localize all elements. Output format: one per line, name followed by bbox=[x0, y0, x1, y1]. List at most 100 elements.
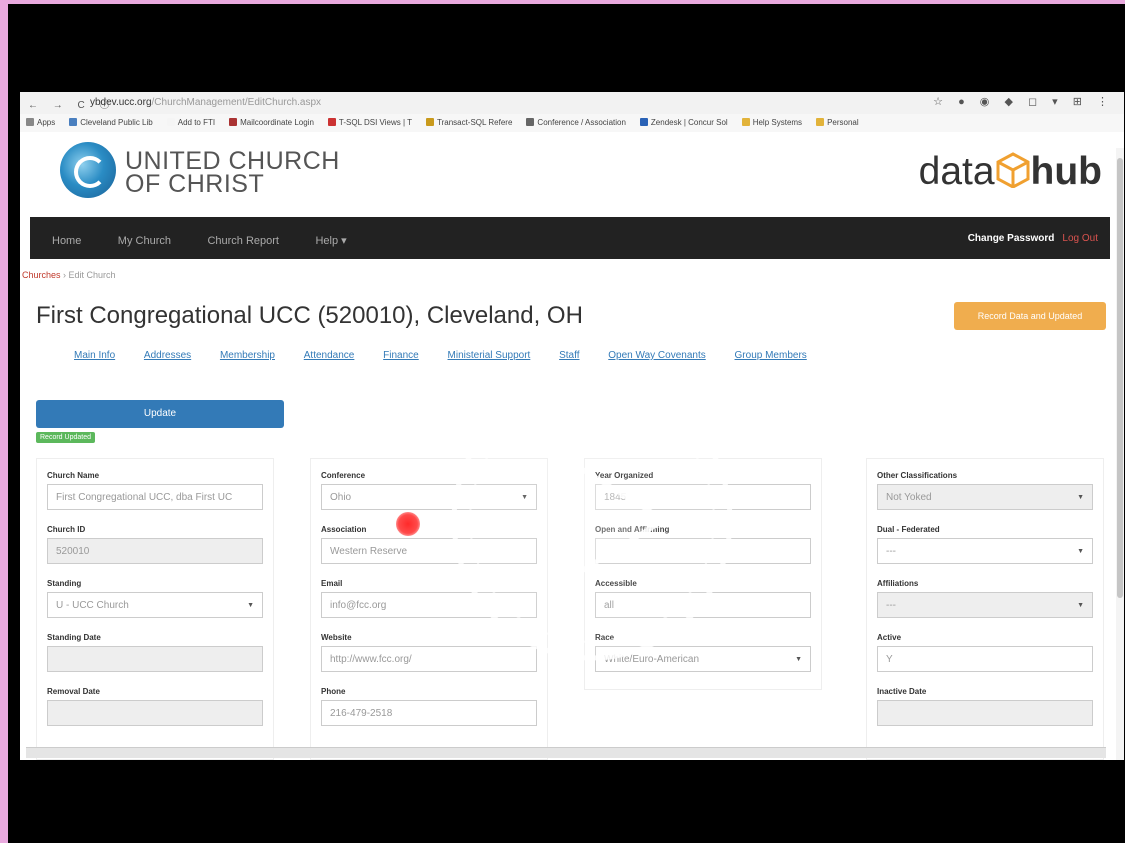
church-name-label: Church Name bbox=[47, 471, 100, 480]
record-updated-badge: Record Updated bbox=[36, 432, 95, 443]
scrollbar-thumb[interactable] bbox=[1117, 158, 1123, 598]
affiliations-select[interactable]: --- ▼ bbox=[877, 592, 1093, 618]
other-classifications-label: Other Classifications bbox=[877, 471, 958, 480]
bookmark-label: Help Systems bbox=[752, 118, 803, 127]
other-classifications-select[interactable]: Not Yoked ▼ bbox=[877, 484, 1093, 510]
play-icon[interactable] bbox=[450, 378, 734, 662]
bookmark-icon bbox=[639, 118, 648, 126]
tab-attendance[interactable]: Attendance bbox=[304, 350, 355, 361]
ucc-logo-icon bbox=[60, 142, 116, 198]
bookmark-item[interactable]: Mailcoordinate Login bbox=[229, 118, 314, 127]
logo-text: UNITED CHURCH OF CHRIST bbox=[125, 149, 340, 198]
standing-date-field: Standing Date bbox=[47, 633, 263, 672]
standing-label: Standing bbox=[47, 579, 82, 588]
brand-right: hub bbox=[1030, 150, 1102, 193]
dual-federated-value: --- bbox=[886, 546, 896, 557]
bookmark-item[interactable]: Zendesk | Concur Sol bbox=[639, 118, 728, 127]
bookmark-item[interactable]: Add to FTI bbox=[166, 118, 215, 127]
church-id-label: Church ID bbox=[47, 525, 86, 534]
bookmark-label: Apps bbox=[37, 118, 56, 127]
bookmark-icon bbox=[166, 118, 175, 126]
bookmark-icon bbox=[526, 118, 535, 126]
breadcrumb-current: Edit Church bbox=[68, 270, 116, 280]
cube-icon bbox=[996, 152, 1030, 188]
church-name-field: Church Name First Congregational UCC, dba… bbox=[47, 471, 263, 510]
other-classifications-field: Other Classifications Not Yoked ▼ bbox=[877, 471, 1093, 510]
bookmark-item[interactable]: Apps bbox=[26, 118, 55, 127]
bookmark-icon bbox=[26, 118, 34, 126]
logout-link[interactable]: Log Out bbox=[1062, 233, 1098, 244]
extension-icons[interactable]: ☆ ● ◉ ◆ ◻ ▾ ⊞ ⋮ bbox=[933, 95, 1114, 108]
active-label: Active bbox=[877, 633, 902, 642]
bookmark-label: T-SQL DSI Views | T bbox=[338, 118, 412, 127]
bookmark-item[interactable]: Transact-SQL Refere bbox=[425, 118, 513, 127]
tab-finance[interactable]: Finance bbox=[383, 350, 419, 361]
bookmark-item[interactable]: Cleveland Public Lib bbox=[69, 118, 153, 127]
nav-help[interactable]: Help ▾ bbox=[315, 234, 346, 247]
breadcrumb: Churches › Edit Church bbox=[22, 270, 116, 280]
other-classifications-value: Not Yoked bbox=[886, 492, 932, 503]
tab-group-members[interactable]: Group Members bbox=[735, 350, 807, 361]
browser-screenshot: ← → C ⓘ ybdev.ucc.org/ChurchManagement/E… bbox=[20, 92, 1124, 760]
bookmark-label: Personal bbox=[827, 118, 859, 127]
dual-federated-field: Dual - Federated --- ▼ bbox=[877, 525, 1093, 564]
bookmark-item[interactable]: Personal bbox=[816, 118, 859, 127]
bookmark-label: Mailcoordinate Login bbox=[240, 118, 314, 127]
record-data-button[interactable]: Record Data and Updated bbox=[954, 302, 1106, 330]
horizontal-scrollbar[interactable] bbox=[26, 747, 1106, 758]
main-navbar: Home My Church Church Report Help ▾ Chan… bbox=[30, 217, 1110, 259]
bookmark-item[interactable]: Help Systems bbox=[741, 118, 803, 127]
bookmark-label: Zendesk | Concur Sol bbox=[650, 118, 728, 127]
dual-federated-label: Dual - Federated bbox=[877, 525, 940, 534]
update-button[interactable]: Update bbox=[36, 400, 284, 428]
conference-value: Ohio bbox=[330, 492, 352, 503]
bookmark-item[interactable]: Conference / Association bbox=[526, 118, 626, 127]
inactive-date-label: Inactive Date bbox=[877, 687, 927, 696]
bookmark-item[interactable]: T-SQL DSI Views | T bbox=[327, 118, 412, 127]
phone-input[interactable]: 216-479-2518 bbox=[321, 700, 537, 726]
nav-home[interactable]: Home bbox=[52, 235, 81, 247]
site-header: UNITED CHURCH OF CHRIST data hub bbox=[20, 132, 1124, 217]
bookmarks-bar: Apps Cleveland Public Lib Add to FTI Mailco… bbox=[20, 114, 1124, 133]
active-field: Active Y bbox=[877, 633, 1093, 672]
tab-ministerial-support[interactable]: Ministerial Support bbox=[448, 350, 531, 361]
standing-value: U - UCC Church bbox=[56, 600, 129, 611]
affiliations-label: Affiliations bbox=[877, 579, 919, 588]
tab-staff[interactable]: Staff bbox=[559, 350, 579, 361]
tab-main-info[interactable]: Main Info bbox=[74, 350, 115, 361]
address-bar: ← → C ⓘ ybdev.ucc.org/ChurchManagement/E… bbox=[20, 92, 1124, 115]
nav-my-church[interactable]: My Church bbox=[118, 235, 171, 247]
standing-select[interactable]: U - UCC Church ▼ bbox=[47, 592, 263, 618]
inactive-date-field: Inactive Date bbox=[877, 687, 1093, 726]
standing-date-label: Standing Date bbox=[47, 633, 101, 642]
phone-label: Phone bbox=[321, 687, 346, 696]
church-name-input[interactable]: First Congregational UCC, dba First UC bbox=[47, 484, 263, 510]
removal-date-field: Removal Date bbox=[47, 687, 263, 726]
url-host: ybdev.ucc.org bbox=[90, 97, 152, 108]
url-path: /ChurchManagement/EditChurch.aspx bbox=[151, 97, 322, 108]
logo-line-2: OF CHRIST bbox=[125, 170, 265, 198]
dual-federated-select[interactable]: --- ▼ bbox=[877, 538, 1093, 564]
active-input[interactable]: Y bbox=[877, 646, 1093, 672]
breadcrumb-home[interactable]: Churches bbox=[22, 270, 61, 280]
url-field[interactable]: ybdev.ucc.org/ChurchManagement/EditChurc… bbox=[90, 97, 321, 108]
nav-church-report[interactable]: Church Report bbox=[207, 235, 279, 247]
tab-membership[interactable]: Membership bbox=[220, 350, 275, 361]
removal-date-label: Removal Date bbox=[47, 687, 100, 696]
bookmark-icon bbox=[69, 118, 78, 126]
bookmark-icon bbox=[741, 118, 750, 126]
change-password-link[interactable]: Change Password bbox=[968, 233, 1055, 244]
bookmark-icon bbox=[425, 118, 434, 126]
inactive-date-input bbox=[877, 700, 1093, 726]
tab-addresses[interactable]: Addresses bbox=[144, 350, 191, 361]
tab-open-way-covenants[interactable]: Open Way Covenants bbox=[608, 350, 705, 361]
breadcrumb-sep: › bbox=[60, 270, 69, 280]
vertical-scrollbar[interactable] bbox=[1116, 148, 1124, 760]
affiliations-value: --- bbox=[886, 600, 896, 611]
datahub-logo: data hub bbox=[919, 150, 1102, 194]
church-id-input: 520010 bbox=[47, 538, 263, 564]
video-frame: ← → C ⓘ ybdev.ucc.org/ChurchManagement/E… bbox=[8, 4, 1125, 843]
bookmark-label: Transact-SQL Refere bbox=[436, 118, 513, 127]
standing-field: Standing U - UCC Church ▼ bbox=[47, 579, 263, 618]
bookmark-icon bbox=[816, 118, 825, 126]
